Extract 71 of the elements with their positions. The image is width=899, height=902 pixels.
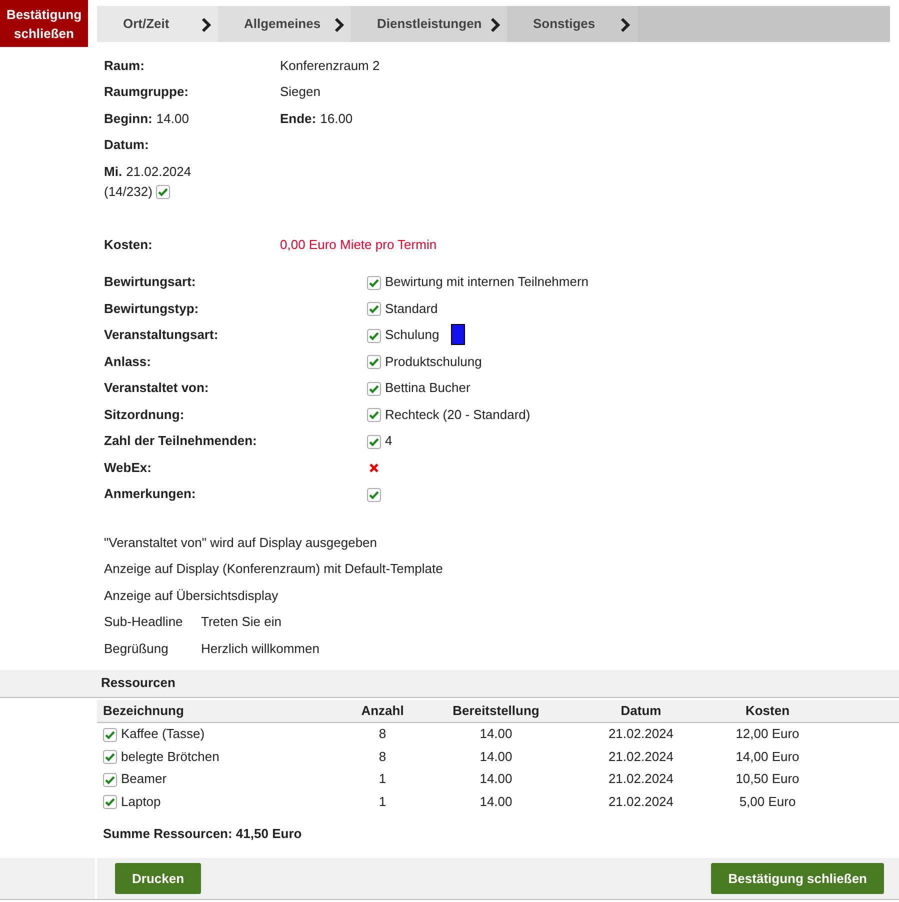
note-text: "Veranstaltet von" wird auf Display ausgegeben <box>104 534 378 552</box>
table-cell: 21.02.2024 <box>608 794 674 808</box>
field-value: 4 <box>385 432 392 450</box>
close-confirmation-button[interactable]: Bestätigung schließen <box>711 862 884 894</box>
step-tab[interactable]: Dienstleistungen <box>351 6 507 42</box>
table-cell: 14,00 Euro <box>736 748 800 764</box>
table-cell: 21.02.2024 <box>608 771 674 786</box>
section-title: Ressourcen <box>101 674 176 692</box>
field-value: Standard <box>385 300 438 318</box>
display-label: Begrüßung <box>104 640 170 658</box>
table-cell: 1 <box>378 794 386 808</box>
table-cell: 8 <box>378 748 386 764</box>
field-label: Beginn: <box>104 110 152 128</box>
table-cell: 14.00 <box>480 771 512 786</box>
field-label: Kosten: <box>104 236 154 254</box>
column-header: Bezeichnung <box>102 702 185 720</box>
table-cell: 10,50 Euro <box>736 771 800 786</box>
field-value: 14.00 <box>156 110 189 128</box>
field-label: Veranstaltet von: <box>104 379 210 397</box>
step-tab[interactable]: Sonstiges <box>507 6 637 42</box>
display-value: Herzlich willkommen <box>201 640 320 658</box>
table-cell: 14.00 <box>480 794 512 808</box>
table-cell: 5,00 Euro <box>739 794 796 808</box>
field-value: Produktschulung <box>385 352 482 371</box>
print-button[interactable]: Drucken <box>115 862 202 894</box>
table-cell: 1 <box>378 771 386 786</box>
table-cell: 14.00 <box>480 726 512 741</box>
field-label: WebEx: <box>104 458 152 476</box>
field-label: Ende: <box>280 110 316 128</box>
step-tab[interactable]: Allgemeines <box>218 6 351 42</box>
total-text: Summe Ressourcen: 41,50 Euro <box>103 824 302 842</box>
field-value: Bettina Bucher <box>385 379 470 397</box>
weekday-label: Mi. <box>104 163 122 181</box>
field-label: Bewirtungsart: <box>104 273 197 291</box>
note-text: Anzeige auf Übersichtsdisplay <box>104 586 278 605</box>
field-label: Anlass: <box>104 352 152 370</box>
table-cell: 14.00 <box>480 748 512 764</box>
display-label: Sub-Headline <box>104 613 184 631</box>
cost-value: 0,00 Euro Miete pro Termin <box>280 236 437 254</box>
field-value: Siegen <box>280 83 320 101</box>
date-value: 21.02.2024 <box>126 163 192 181</box>
field-label: Raum: <box>104 56 146 74</box>
table-cell-text: Laptop <box>121 792 161 811</box>
column-header: Bereitstellung <box>452 702 540 720</box>
close-button[interactable]: Bestätigung schließen <box>0 0 88 47</box>
booking-count: (14/232) <box>104 182 152 201</box>
field-label: Anmerkungen: <box>104 485 197 503</box>
table-cell: 21.02.2024 <box>608 726 674 741</box>
table-cell-text: Kaffee (Tasse) <box>121 725 205 743</box>
table-cell-text: belegte Brötchen <box>121 748 220 766</box>
field-value: Schulung <box>385 326 440 344</box>
field-value: Konferenzraum 2 <box>280 56 380 74</box>
field-label: Datum: <box>104 136 149 154</box>
table-cell: 8 <box>378 726 386 741</box>
column-header: Datum <box>620 702 662 720</box>
table-cell-text: Beamer <box>121 770 167 788</box>
field-value: Rechteck (20 - Standard) <box>385 406 530 424</box>
table-cell: 12,00 Euro <box>736 726 800 741</box>
column-header: Anzahl <box>360 702 405 720</box>
field-label: Veranstaltungsart: <box>104 326 220 344</box>
display-value: Treten Sie ein <box>201 613 282 631</box>
field-value: Bewirtung mit internen Teilnehmern <box>385 273 589 291</box>
field-label: Raumgruppe: <box>104 83 190 101</box>
field-value: 16.00 <box>320 110 353 128</box>
step-tab[interactable]: Ort/Zeit <box>97 6 218 42</box>
note-text: Anzeige auf Display (Konferenzraum) mit Default-Template <box>104 560 443 578</box>
table-cell: 21.02.2024 <box>608 748 674 764</box>
field-label: Sitzordnung: <box>104 406 186 424</box>
column-header: Kosten <box>744 702 791 720</box>
field-label: Bewirtungstyp: <box>104 300 200 318</box>
field-label: Zahl der Teilnehmenden: <box>104 432 258 450</box>
